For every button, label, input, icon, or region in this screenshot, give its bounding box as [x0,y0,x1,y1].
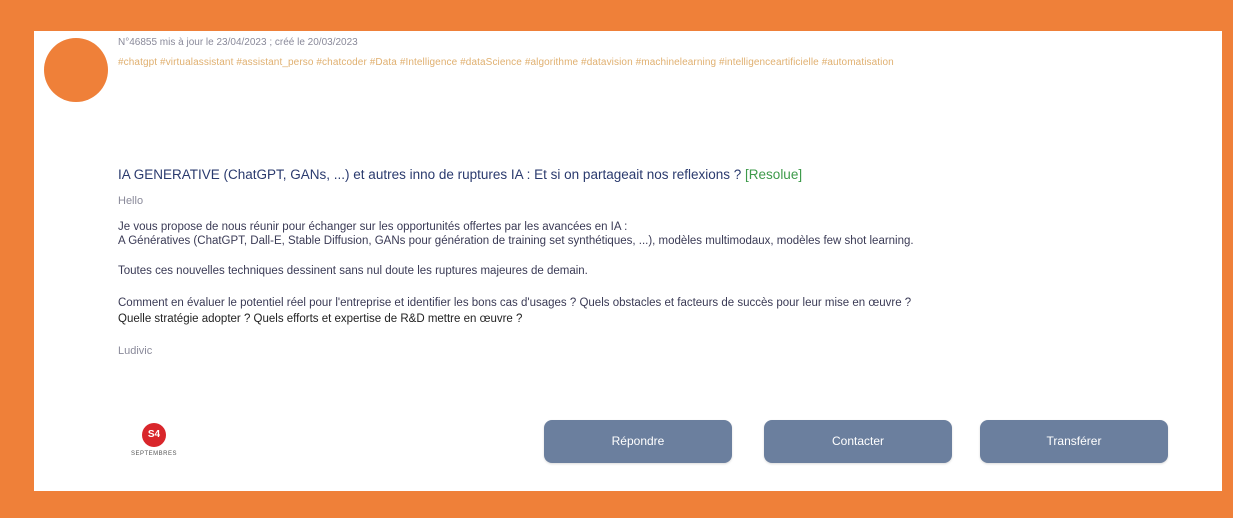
avatar [44,38,108,102]
status-badge: [Resolue] [745,167,803,182]
post-paragraph: Quelle stratégie adopter ? Quels efforts… [118,313,523,325]
post-tags[interactable]: #chatgpt #virtualassistant #assistant_pe… [118,57,894,68]
brand-logo: S4 SEPTEMBRES [114,423,194,457]
post-paragraph: Toutes ces nouvelles techniques dessinen… [118,265,588,277]
post-signature: Ludivic [118,345,153,357]
brand-logo-icon: S4 [142,423,166,447]
post-title[interactable]: IA GENERATIVE (ChatGPT, GANs, ...) et au… [118,167,802,182]
reply-button[interactable]: Répondre [544,420,732,463]
post-paragraph: Je vous propose de nous réunir pour écha… [118,221,628,233]
forward-button[interactable]: Transférer [980,420,1168,463]
contact-button[interactable]: Contacter [764,420,952,463]
post-title-text: IA GENERATIVE (ChatGPT, GANs, ...) et au… [118,167,742,182]
brand-name: SEPTEMBRES [130,451,177,457]
post-card: N°46855 mis à jour le 23/04/2023 ; créé … [34,31,1222,491]
post-greeting: Hello [118,195,144,207]
post-paragraph: A Génératives (ChatGPT, Dall-E, Stable D… [118,235,914,247]
post-meta: N°46855 mis à jour le 23/04/2023 ; créé … [118,37,358,48]
post-paragraph: Comment en évaluer le potentiel réel pou… [118,297,912,309]
